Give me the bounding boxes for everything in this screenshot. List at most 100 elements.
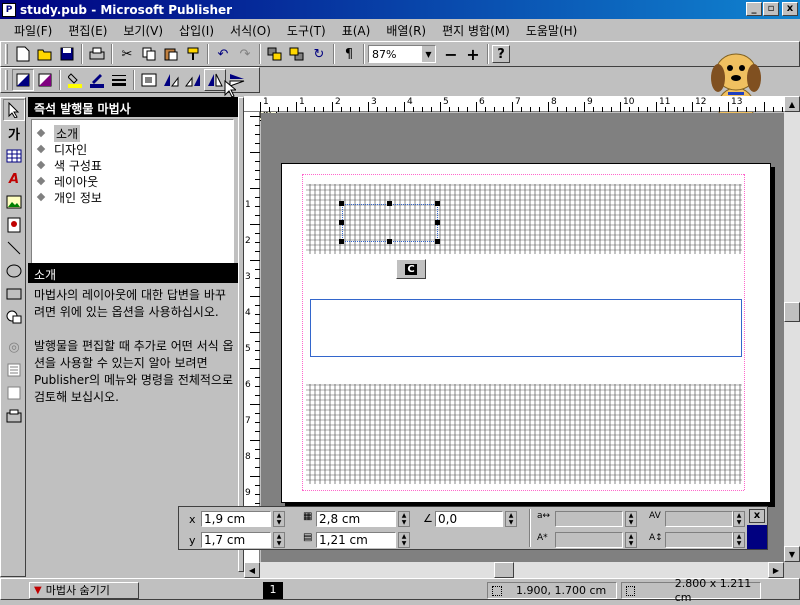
line-icon[interactable] <box>3 237 25 259</box>
horizontal-ruler[interactable]: 1 1 2 3 4 5 6 7 8 9 10 11 12 13 <box>244 96 792 112</box>
shadow-icon[interactable] <box>12 69 34 91</box>
scroll-thumb[interactable] <box>494 562 514 578</box>
menu-help[interactable]: 도움말(H) <box>518 22 586 39</box>
scroll-up-button[interactable]: ▲ <box>784 96 800 112</box>
line-color-icon[interactable] <box>86 69 108 91</box>
selection-handle[interactable] <box>435 239 440 244</box>
minimize-button[interactable]: _ <box>746 2 762 16</box>
save-icon[interactable] <box>56 43 78 65</box>
char-spacing-spinner[interactable]: ▲ ▼ <box>625 511 637 527</box>
selection-handle[interactable] <box>339 239 344 244</box>
menu-format[interactable]: 서식(O) <box>222 22 279 39</box>
form-control-icon[interactable] <box>3 359 25 381</box>
menu-arrange[interactable]: 배열(R) <box>378 22 434 39</box>
menu-edit[interactable]: 편집(E) <box>60 22 115 39</box>
oval-icon[interactable] <box>3 260 25 282</box>
selected-object[interactable] <box>342 204 438 242</box>
document-canvas[interactable]: C <box>261 113 784 563</box>
measurements-close-button[interactable]: x <box>749 509 765 523</box>
menu-table[interactable]: 표(A) <box>334 22 379 39</box>
selection-handle[interactable] <box>339 220 344 225</box>
height-spinner[interactable]: ▲ ▼ <box>398 532 410 548</box>
bring-front-icon[interactable] <box>264 43 286 65</box>
line-spacing-spinner[interactable]: ▲ ▼ <box>733 532 745 548</box>
selection-handle[interactable] <box>435 201 440 206</box>
print-icon[interactable] <box>86 43 108 65</box>
wordart-icon[interactable]: A <box>3 168 25 190</box>
height-field[interactable]: 1,21 cm <box>316 532 396 548</box>
rotate-right-icon[interactable] <box>182 69 204 91</box>
kerning-field[interactable] <box>665 511 733 527</box>
design-gallery-icon[interactable] <box>3 405 25 427</box>
redo-icon[interactable]: ↷ <box>234 43 256 65</box>
page-navigator[interactable]: 1 <box>263 582 283 599</box>
menu-file[interactable]: 파일(F) <box>6 22 60 39</box>
copy-icon[interactable] <box>138 43 160 65</box>
y-position-field[interactable]: 1,7 cm <box>201 532 271 548</box>
selection-handle[interactable] <box>339 201 344 206</box>
rotate-left-icon[interactable] <box>160 69 182 91</box>
rotate-icon[interactable]: ↻ <box>308 43 330 65</box>
wizard-item-personal-info[interactable]: 개인 정보 <box>32 189 233 205</box>
flip-horizontal-icon[interactable] <box>204 69 226 91</box>
text-frame-icon[interactable]: 가 <box>3 122 25 144</box>
zoom-combo[interactable]: 87% ▼ <box>368 45 436 63</box>
new-icon[interactable] <box>12 43 34 65</box>
selection-handle[interactable] <box>387 201 392 206</box>
table-frame-icon[interactable] <box>3 145 25 167</box>
undo-icon[interactable]: ↶ <box>212 43 234 65</box>
text-frame[interactable] <box>310 299 742 357</box>
border-icon[interactable] <box>34 69 56 91</box>
chevron-down-icon[interactable]: ▼ <box>421 46 435 62</box>
custom-shape-icon[interactable] <box>3 306 25 328</box>
width-field[interactable]: 2,8 cm <box>316 511 396 527</box>
wizard-item-intro[interactable]: 소개 <box>32 124 233 142</box>
measurements-titlebar[interactable] <box>747 525 767 549</box>
toolbar-grip[interactable] <box>5 70 8 90</box>
text-scale-spinner[interactable]: ▲ ▼ <box>625 532 637 548</box>
angle-field[interactable]: 0,0 <box>435 511 503 527</box>
scroll-thumb[interactable] <box>784 302 800 322</box>
wizard-item-design[interactable]: 디자인 <box>32 141 233 157</box>
scroll-left-button[interactable]: ◀ <box>244 562 260 578</box>
hide-wizard-button[interactable]: ▼ 마법사 숨기기 <box>29 582 139 599</box>
wizard-item-color-scheme[interactable]: 색 구성표 <box>32 157 233 173</box>
help-button[interactable]: ? <box>492 45 510 63</box>
bottom-border-pattern[interactable] <box>306 384 742 484</box>
zoom-out-button[interactable]: − <box>440 43 462 65</box>
text-scaling-field[interactable] <box>555 532 623 548</box>
clipart-icon[interactable] <box>3 214 25 236</box>
menu-insert[interactable]: 삽입(I) <box>171 22 222 39</box>
selection-handle[interactable] <box>387 239 392 244</box>
open-icon[interactable] <box>34 43 56 65</box>
zoom-in-button[interactable]: + <box>462 43 484 65</box>
html-icon[interactable] <box>3 382 25 404</box>
toolbar-grip[interactable] <box>5 44 8 64</box>
x-spinner[interactable]: ▲ ▼ <box>273 511 285 527</box>
line-style-icon[interactable] <box>108 69 130 91</box>
wrap-icon[interactable] <box>138 69 160 91</box>
picture-frame-icon[interactable] <box>3 191 25 213</box>
wizard-item-layout[interactable]: 레이아웃 <box>32 173 233 189</box>
menu-tools[interactable]: 도구(T) <box>279 22 334 39</box>
close-button[interactable]: x <box>782 2 798 16</box>
group-objects-button[interactable]: C <box>396 259 426 279</box>
scroll-down-button[interactable]: ▼ <box>784 546 800 562</box>
paste-icon[interactable] <box>160 43 182 65</box>
x-position-field[interactable]: 1,9 cm <box>201 511 271 527</box>
y-spinner[interactable]: ▲ ▼ <box>273 532 285 548</box>
publication-page[interactable]: C <box>281 163 771 503</box>
menu-view[interactable]: 보기(V) <box>115 22 171 39</box>
object-icon[interactable]: ◎ <box>3 336 25 358</box>
format-painter-icon[interactable] <box>182 43 204 65</box>
cut-icon[interactable]: ✂ <box>116 43 138 65</box>
paragraph-icon[interactable]: ¶ <box>338 43 360 65</box>
line-spacing-field[interactable] <box>665 532 733 548</box>
pointer-icon[interactable] <box>3 99 25 121</box>
menu-mail-merge[interactable]: 편지 병합(M) <box>434 22 518 39</box>
width-spinner[interactable]: ▲ ▼ <box>398 511 410 527</box>
send-back-icon[interactable] <box>286 43 308 65</box>
vertical-scrollbar[interactable]: ▲ ▼ <box>784 96 800 562</box>
angle-spinner[interactable]: ▲ ▼ <box>505 511 517 527</box>
fill-color-icon[interactable] <box>64 69 86 91</box>
